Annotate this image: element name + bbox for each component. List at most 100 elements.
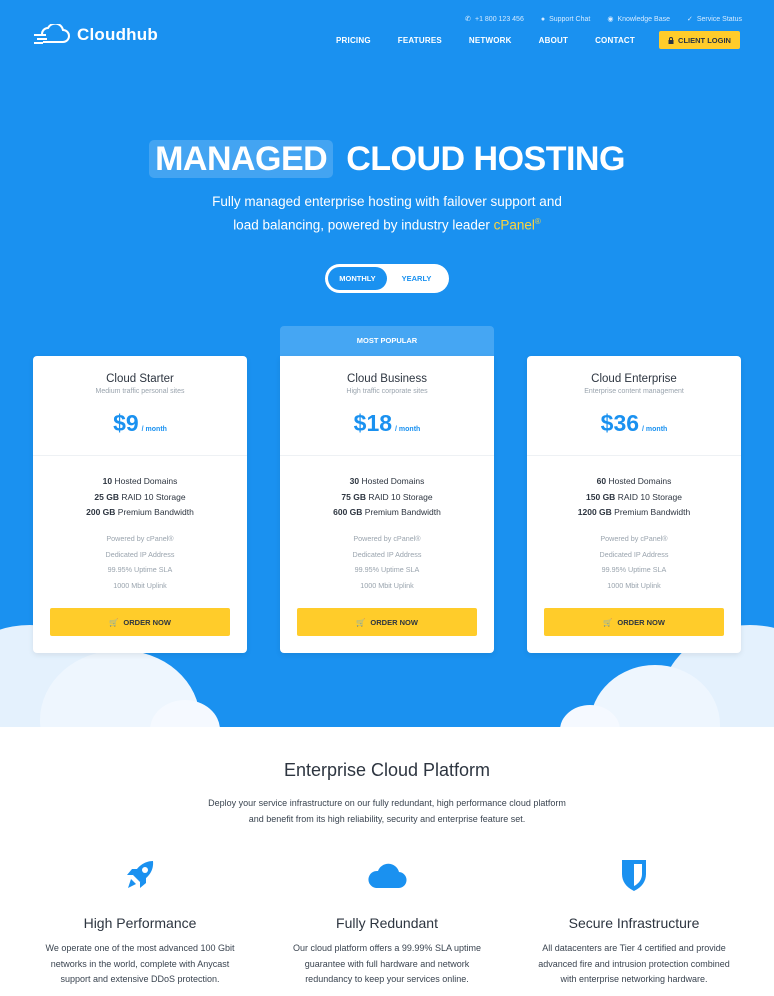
- feature-bandwidth: 200 GB Premium Bandwidth: [86, 507, 194, 517]
- client-login-label: CLIENT LOGIN: [678, 35, 731, 45]
- feature-description-line: advanced fire and intrusion protection c…: [538, 958, 730, 969]
- book-icon: ◉: [607, 16, 614, 23]
- order-now-label: ORDER NOW: [370, 617, 418, 627]
- extra-ip: Dedicated IP Address: [352, 549, 422, 559]
- divider: [33, 455, 247, 456]
- plan-name: Cloud Starter: [106, 373, 174, 385]
- brand-name: Cloudhub: [77, 25, 158, 44]
- service-status-label: Service Status: [696, 15, 742, 23]
- plan-name: Cloud Enterprise: [591, 373, 677, 385]
- client-login-button[interactable]: CLIENT LOGIN: [659, 31, 740, 49]
- feature-domains: 60 Hosted Domains: [596, 476, 672, 486]
- feature-description-line: redundancy to keep your services online.: [305, 974, 469, 984]
- plan-description: Enterprise content management: [584, 388, 684, 395]
- order-now-label: ORDER NOW: [123, 617, 171, 627]
- feature-icon-wrap: [20, 855, 260, 895]
- lock-icon: [668, 36, 674, 44]
- extra-cpanel: Powered by cPanel®: [600, 534, 668, 543]
- shield-icon: [622, 860, 646, 891]
- nav-item-contact[interactable]: CONTACT: [595, 36, 635, 45]
- order-now-button[interactable]: 🛒 ORDER NOW: [297, 608, 477, 636]
- nav-item-pricing[interactable]: PRICING: [336, 36, 371, 45]
- nav-item-about[interactable]: ABOUT: [539, 36, 568, 45]
- toggle-monthly[interactable]: MONTHLY: [328, 267, 387, 290]
- plan-name: Cloud Business: [347, 373, 427, 385]
- support-chat-label: Support Chat: [549, 15, 591, 23]
- cart-icon: 🛒: [603, 617, 613, 627]
- feature-title: Fully Redundant: [336, 915, 438, 931]
- extra-sla: 99.95% Uptime SLA: [107, 565, 173, 574]
- hero-subtitle-line2-wrap: load balancing, powered by industry lead…: [0, 212, 774, 236]
- feature-description: We operate one of the most advanced 100 …: [20, 941, 260, 988]
- plan-description: High traffic corporate sites: [346, 388, 428, 395]
- feature-description: Our cloud platform offers a 99.99% SLA u…: [267, 941, 507, 988]
- extra-uplink: 1000 Mbit Uplink: [113, 580, 167, 590]
- plan-features: 10 Hosted Domains 25 GB RAID 10 Storage …: [33, 474, 247, 521]
- feature-description-line: All datacenters are Tier 4 certified and…: [542, 943, 726, 953]
- price-amount: $9: [113, 410, 139, 436]
- knowledge-base-link[interactable]: ◉ Knowledge Base: [607, 15, 670, 24]
- price-period: / month: [395, 426, 421, 433]
- nav-item-features[interactable]: FEATURES: [398, 36, 442, 45]
- divider: [280, 455, 494, 456]
- feature-description-line: guarantee with full hardware and network: [304, 958, 470, 969]
- knowledge-base-label: Knowledge Base: [617, 15, 670, 23]
- extra-cpanel: Powered by cPanel®: [106, 534, 174, 543]
- cart-icon: 🛒: [356, 617, 366, 627]
- extra-sla: 99.95% Uptime SLA: [601, 565, 667, 574]
- plan-extras: Powered by cPanel® Dedicated IP Address …: [527, 531, 741, 593]
- extra-ip: Dedicated IP Address: [599, 549, 669, 559]
- price-period: / month: [141, 426, 167, 433]
- nav-item-network[interactable]: NETWORK: [469, 36, 512, 45]
- price-amount: $18: [353, 410, 393, 436]
- extra-uplink: 1000 Mbit Uplink: [607, 580, 661, 590]
- plan-price: $9 / month: [33, 410, 247, 437]
- hero-subtitle-line2: load balancing, powered by industry lead…: [233, 217, 490, 233]
- feature-secure-infrastructure: Secure Infrastructure All datacenters ar…: [514, 855, 754, 988]
- cloud-icon: [368, 863, 407, 889]
- feature-description-line: support and extensive DDoS protection.: [60, 974, 220, 984]
- feature-description-line: with enterprise networking hardware.: [560, 974, 708, 984]
- plan-card-enterprise: Cloud Enterprise Enterprise content mana…: [527, 356, 741, 653]
- service-status-link[interactable]: ✓ Service Status: [687, 15, 742, 24]
- feature-title: Secure Infrastructure: [568, 915, 700, 931]
- plan-description: Medium traffic personal sites: [95, 388, 185, 395]
- order-now-button[interactable]: 🛒 ORDER NOW: [544, 608, 724, 636]
- feature-title: High Performance: [83, 915, 197, 931]
- plan-price: $18 / month: [280, 410, 494, 437]
- support-chat-link[interactable]: ● Support Chat: [541, 15, 590, 23]
- plan-features: 60 Hosted Domains 150 GB RAID 10 Storage…: [527, 474, 741, 521]
- feature-storage: 25 GB RAID 10 Storage: [94, 491, 186, 502]
- hero-title: MANAGED CLOUD HOSTING: [0, 140, 774, 179]
- price-amount: $36: [600, 410, 640, 436]
- feature-storage: 75 GB RAID 10 Storage: [341, 491, 433, 502]
- main-nav: PRICING FEATURES NETWORK ABOUT CONTACT C…: [336, 31, 740, 49]
- section-title: Enterprise Cloud Platform: [283, 760, 491, 780]
- hero-subtitle: Fully managed enterprise hosting with fa…: [0, 192, 774, 236]
- brand-logo[interactable]: Cloudhub: [33, 24, 158, 46]
- feature-fully-redundant: Fully Redundant Our cloud platform offer…: [267, 855, 507, 988]
- plan-price: $36 / month: [527, 410, 741, 437]
- feature-bandwidth: 1200 GB Premium Bandwidth: [577, 507, 691, 517]
- rocket-icon: [127, 861, 154, 888]
- extra-ip: Dedicated IP Address: [105, 549, 175, 559]
- order-now-label: ORDER NOW: [617, 617, 665, 627]
- cpanel-brand: cPanel: [493, 217, 535, 233]
- extra-cpanel: Powered by cPanel®: [353, 534, 421, 543]
- toggle-yearly[interactable]: YEARLY: [387, 267, 446, 290]
- plan-extras: Powered by cPanel® Dedicated IP Address …: [280, 531, 494, 593]
- feature-bandwidth: 600 GB Premium Bandwidth: [333, 507, 441, 517]
- feature-description-line: We operate one of the most advanced 100 …: [45, 943, 235, 953]
- section-description: Deploy your service infrastructure on ou…: [0, 795, 774, 827]
- hero-section: Cloudhub ✆ +1 800 123 456 ● Support Chat…: [0, 0, 774, 727]
- chat-icon: ●: [540, 15, 546, 23]
- feature-high-performance: High Performance We operate one of the m…: [20, 855, 260, 988]
- hero-title-highlight: MANAGED: [149, 140, 334, 178]
- order-now-button[interactable]: 🛒 ORDER NOW: [50, 608, 230, 636]
- billing-toggle: MONTHLY YEARLY: [325, 264, 449, 293]
- extra-sla: 99.95% Uptime SLA: [354, 565, 420, 574]
- section-description-line2: and benefit from its high reliability, s…: [248, 814, 526, 824]
- feature-icon-wrap: [514, 855, 754, 895]
- phone-link[interactable]: ✆ +1 800 123 456: [465, 15, 524, 24]
- phone-label: +1 800 123 456: [474, 15, 524, 23]
